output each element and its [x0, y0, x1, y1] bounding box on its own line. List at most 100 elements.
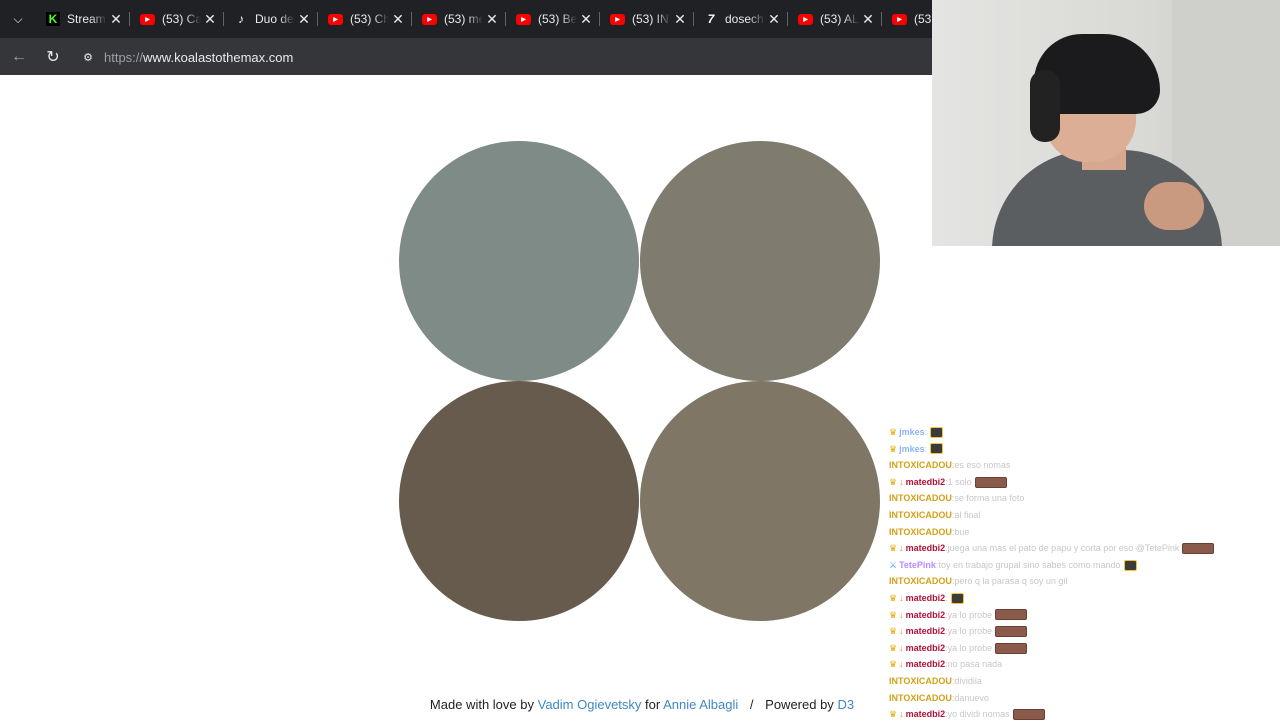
address-bar[interactable]: ⚙ https://www.koalastothemax.com — [72, 43, 932, 71]
chat-username[interactable]: matedbi2 — [906, 640, 946, 657]
chat-username[interactable]: INTOXICADOU — [889, 457, 952, 474]
chat-message: ♛ ↓ matedbi2: ya lo probe — [889, 640, 1259, 657]
chat-text: dividila — [954, 675, 982, 686]
crown-badge-icon: ♛ — [889, 642, 898, 653]
chat-message: ♛ ↓ matedbi2: yo dividi nomas — [889, 706, 1259, 723]
chat-username[interactable]: matedbi2 — [906, 590, 946, 607]
sub-badge-icon: ↓ — [899, 659, 904, 670]
circle-bottom-right[interactable] — [640, 381, 880, 621]
tab-close-icon[interactable]: ✕ — [859, 11, 877, 28]
footer-separator: / — [749, 697, 754, 712]
recipient-link[interactable]: Annie Albagli — [663, 697, 738, 712]
browser-tab[interactable]: K Stream ✕ — [36, 3, 130, 35]
headset — [1030, 70, 1060, 142]
chat-colon: : — [924, 443, 928, 454]
tab-close-icon[interactable]: ✕ — [577, 11, 595, 28]
chat-username[interactable]: INTOXICADOU — [889, 524, 952, 541]
tab-close-icon[interactable]: ✕ — [483, 11, 501, 28]
chat-colon: : — [945, 592, 948, 603]
browser-tab[interactable]: ▶ (53) Ben✕ — [506, 3, 600, 35]
chat-message: ♛ ↓ matedbi2: juega una mas el pato de pap… — [889, 540, 1259, 557]
chat-username[interactable]: matedbi2 — [906, 540, 946, 557]
tab-close-icon[interactable]: ✕ — [201, 11, 219, 28]
chat-message: ♛ ↓ matedbi2: ya lo probe — [889, 623, 1259, 640]
chat-message: ⚔ TetePink: toy en trabajo grupal sino sa… — [889, 557, 1259, 574]
chat-emote-icon — [995, 609, 1028, 621]
tab-title: (53) INT — [632, 12, 671, 26]
tab-close-icon[interactable]: ✕ — [765, 11, 783, 28]
chat-message: ♛ ↓ matedbi2: ya lo probe — [889, 607, 1259, 624]
powered-by-text: Powered by — [765, 697, 834, 712]
chat-emote-icon — [1123, 559, 1137, 571]
circle-top-left[interactable] — [399, 141, 639, 381]
crown-badge-icon: ♛ — [889, 443, 898, 454]
kick-icon: K — [46, 12, 60, 26]
sub-badge-icon: ↓ — [899, 543, 904, 554]
tab-title: Duo de l — [255, 12, 295, 26]
d3-link[interactable]: D3 — [837, 697, 854, 712]
tab-title: Stream — [67, 12, 106, 26]
browser-tab[interactable]: ▶ (53) INT✕ — [600, 3, 694, 35]
chat-emote-icon — [995, 642, 1028, 654]
chat-username[interactable]: matedbi2 — [906, 623, 946, 640]
chat-username[interactable]: INTOXICADOU — [889, 507, 952, 524]
url-text[interactable]: https://www.koalastothemax.com — [104, 50, 293, 65]
chat-username[interactable]: TetePink — [899, 557, 936, 574]
chat-username[interactable]: matedbi2 — [906, 656, 946, 673]
youtube-icon: ▶ — [328, 13, 343, 25]
chat-username[interactable]: matedbi2 — [906, 607, 946, 624]
tab-close-icon[interactable]: ✕ — [107, 11, 125, 28]
browser-tab[interactable]: ▶ (53) Cara✕ — [130, 3, 224, 35]
tab-close-icon[interactable]: ✕ — [295, 11, 313, 28]
back-arrow-icon[interactable]: ← — [6, 44, 32, 70]
crown-badge-icon: ♛ — [889, 626, 898, 637]
chat-username[interactable]: matedbi2 — [906, 706, 946, 723]
circle-bottom-left[interactable] — [399, 381, 639, 621]
browser-tab[interactable]: ▶ (53) ALE✕ — [788, 3, 882, 35]
chat-username[interactable]: INTOXICADOU — [889, 690, 952, 707]
chat-text: toy en trabajo grupal sino sabes como ma… — [938, 559, 1121, 570]
browser-tab[interactable]: ♪ Duo de l✕ — [224, 3, 318, 35]
chat-message: INTOXICADOU: dividila — [889, 673, 1259, 690]
tab-title: (53) me — [444, 12, 483, 26]
crown-badge-icon: ♛ — [889, 427, 898, 437]
sub-badge-icon: ↓ — [899, 476, 904, 487]
tab-close-icon[interactable]: ✕ — [389, 11, 407, 28]
author-link[interactable]: Vadim Ogievetsky — [538, 697, 642, 712]
for-text: for — [645, 697, 661, 712]
sub-badge-icon: ↓ — [899, 609, 904, 620]
site-info-icon[interactable]: ⚙ — [80, 49, 96, 65]
sub-badge-icon: ↓ — [899, 592, 904, 603]
tab-title: (53) Ben — [538, 12, 577, 26]
crown-badge-icon: ♛ — [889, 592, 898, 603]
browser-tab[interactable]: ▶ (53) me ✕ — [412, 3, 506, 35]
sub-badge-icon: ↓ — [899, 709, 904, 720]
circle-top-right[interactable] — [640, 141, 880, 381]
browser-tab[interactable]: ▶ (53) Chi ✕ — [318, 3, 412, 35]
crown-badge-icon: ♛ — [889, 709, 898, 720]
chat-text: juega una mas el pato de papu y corta po… — [947, 543, 1180, 554]
reload-icon[interactable]: ↻ — [40, 44, 66, 70]
chat-username[interactable]: INTOXICADOU — [889, 490, 952, 507]
chat-username[interactable]: matedbi2 — [906, 474, 946, 491]
chat-username[interactable]: jmkes — [899, 424, 925, 441]
chat-message: INTOXICADOU: es eso nomas — [889, 457, 1259, 474]
tab-search-chevron-icon[interactable]: ⌵ — [4, 5, 32, 33]
chat-username[interactable]: INTOXICADOU — [889, 573, 952, 590]
youtube-icon: ▶ — [892, 13, 907, 25]
browser-tab[interactable]: 7 dosecha✕ — [694, 3, 788, 35]
chat-text: al final — [954, 509, 981, 520]
chat-emote-icon — [995, 625, 1028, 637]
chat-message: INTOXICADOU: se forma una foto — [889, 490, 1259, 507]
youtube-icon: ▶ — [798, 13, 813, 25]
crown-badge-icon: ♛ — [889, 476, 898, 487]
chat-emote-icon — [950, 592, 964, 604]
tab-close-icon[interactable]: ✕ — [671, 11, 689, 28]
tiktok-icon: ♪ — [238, 12, 244, 26]
chat-username[interactable]: INTOXICADOU — [889, 673, 952, 690]
tab-title: (53) Cara — [162, 12, 201, 26]
chat-username[interactable]: jmkes — [899, 441, 925, 458]
chat-message: ♛ ↓ matedbi2: — [889, 590, 1259, 607]
chat-text: danuevo — [954, 692, 989, 703]
stream-chat-overlay: ♛ jmkes: ♛ jmkes: INTOXICADOU: es eso noma… — [889, 424, 1259, 723]
